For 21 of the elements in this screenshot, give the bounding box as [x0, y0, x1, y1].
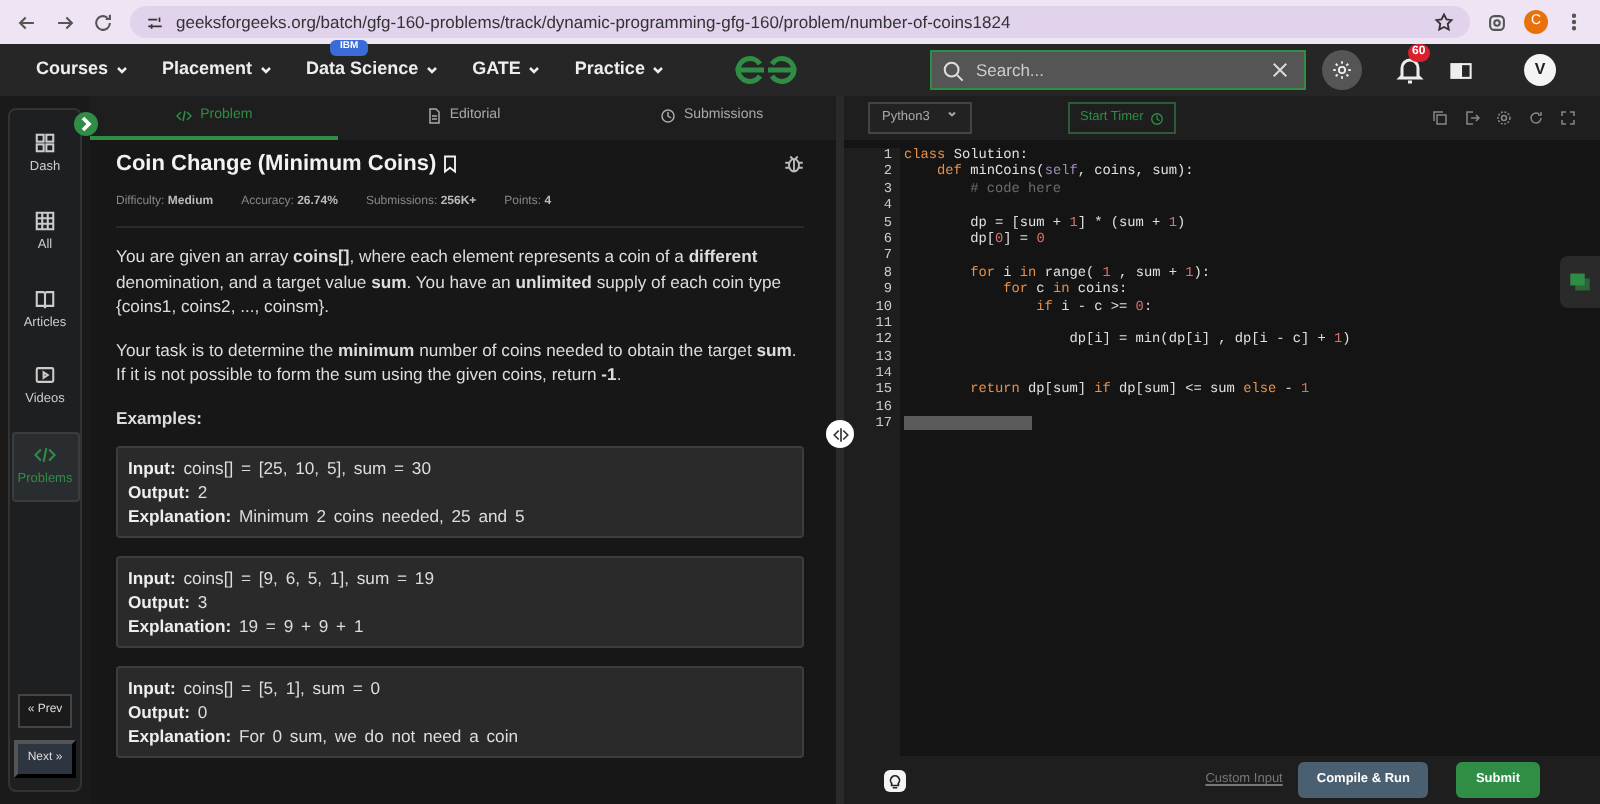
example-line: Explanation: 19 = 9 + 9 + 1: [128, 614, 366, 638]
examples-heading: Examples:: [116, 405, 204, 430]
example-line: Output: 0: [128, 700, 210, 724]
example-line: Output: 3: [128, 590, 210, 614]
example-line: Input: coins[] = [9, 6, 5, 1], sum = 19: [128, 566, 436, 590]
nav-menu[interactable]: GATE: [472, 56, 543, 84]
nav-menu[interactable]: Practice: [574, 56, 667, 84]
search-field[interactable]: Search...: [930, 50, 1306, 90]
problem-description: You are given an array coins[], where each element represents a coin of a different denomination, and a target value sum. You have an unlimited supply of each coin type {coins1, coins2, ..., coinsm}.: [116, 244, 784, 319]
nav-menu[interactable]: Data Science: [306, 56, 441, 84]
example-line: Explanation: Minimum 2 coins needed, 25 and 5: [128, 504, 527, 528]
nav-menu[interactable]: Courses: [36, 56, 131, 84]
address-bar[interactable]: geeksforgeeks.org/batch/gfg-160-problems/track/dynamic-programming-gfg-160/problem/number-of-coins1824: [130, 6, 1470, 38]
example-line: Input: coins[] = [5, 1], sum = 0: [128, 676, 383, 700]
nav-menu[interactable]: Placement: [162, 56, 275, 84]
example-line: Explanation: For 0 sum, we do not need a coin: [128, 724, 521, 748]
problem-title: Coin Change (Minimum Coins): [116, 152, 437, 177]
example-line: Input: coins[] = [25, 10, 5], sum = 30: [128, 456, 433, 480]
user-avatar[interactable]: V: [1524, 54, 1556, 86]
problem-description: Your task is to determine the minimum number of coins needed to obtain the target sum. If it is not possible to form the sum using the given coins, return -1.: [116, 337, 799, 387]
example-line: Output: 2: [128, 480, 210, 504]
